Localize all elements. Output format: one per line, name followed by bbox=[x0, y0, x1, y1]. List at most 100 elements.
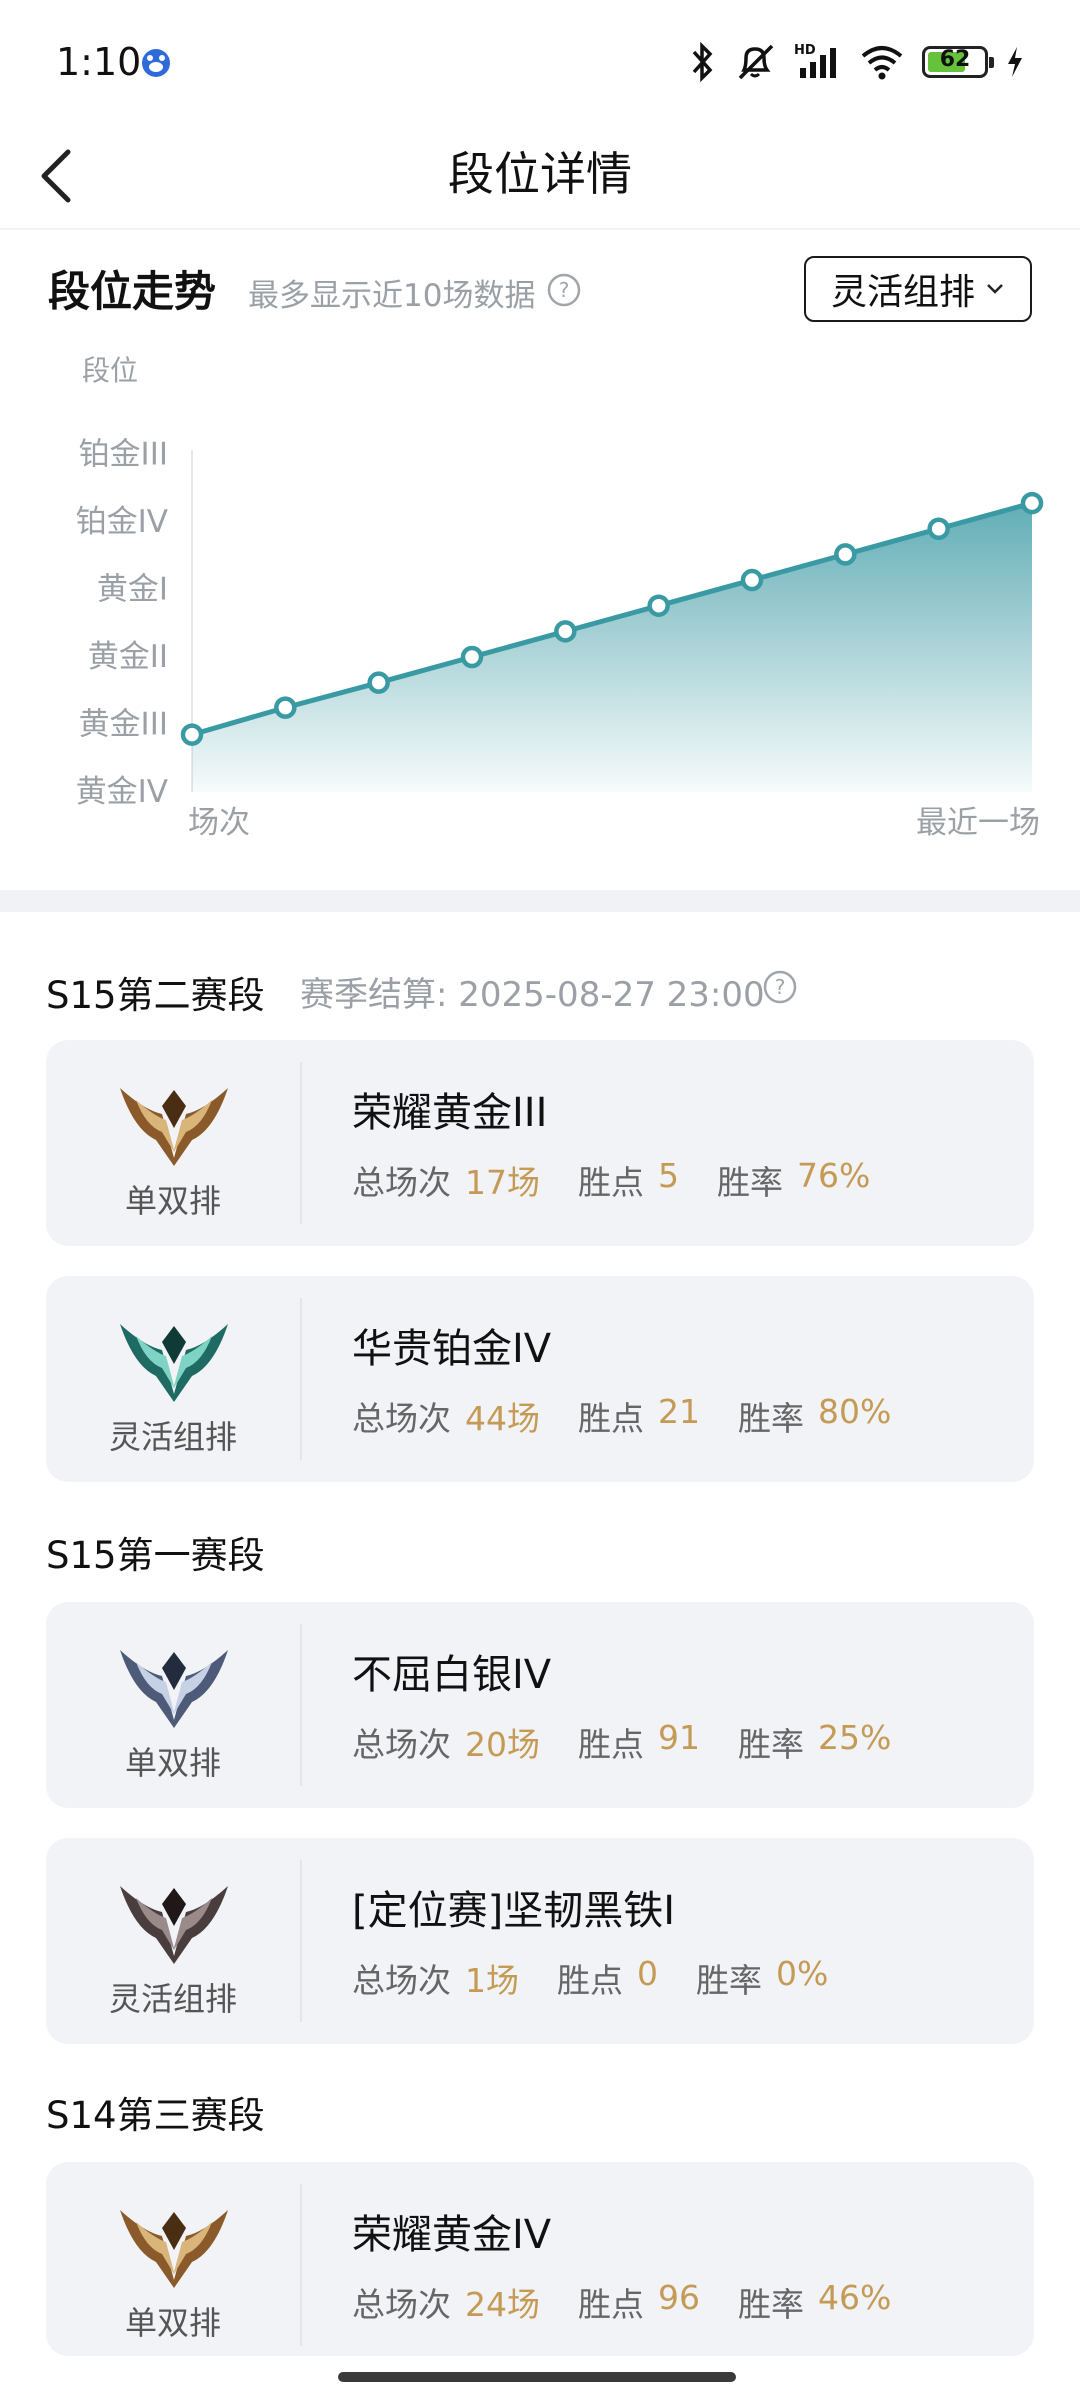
help-icon[interactable]: ? bbox=[546, 272, 582, 308]
stat-value: 20场 bbox=[465, 1725, 540, 1764]
network-type-label: HD bbox=[794, 43, 816, 58]
x-axis-end-label: 最近一场 bbox=[916, 805, 1040, 841]
gold-rank-emblem-icon bbox=[120, 1088, 228, 1166]
silver-rank-emblem-icon bbox=[120, 1650, 228, 1728]
stat-value: 0% bbox=[776, 1954, 829, 1993]
battery-icon: 62 bbox=[922, 46, 994, 78]
rank-card-left: 单双排 bbox=[46, 1602, 300, 1808]
stat-value: 21 bbox=[658, 1392, 700, 1431]
rank-card[interactable]: 灵活组排 华贵铂金IV 总场次 44场 胜点 21 胜率 80% bbox=[46, 1276, 1034, 1482]
stat-value: 5 bbox=[658, 1156, 679, 1195]
data-point bbox=[927, 517, 950, 540]
data-point bbox=[367, 671, 390, 694]
stat-label: 胜率 bbox=[738, 1725, 804, 1764]
y-tick-label: 铂金III bbox=[79, 437, 168, 473]
season-title: S14第三赛段 bbox=[46, 2094, 265, 2137]
stat-value: 0 bbox=[637, 1954, 658, 1993]
home-indicator[interactable] bbox=[338, 2372, 736, 2382]
dropdown-label: 灵活组排 bbox=[830, 272, 975, 313]
stat-label: 总场次 bbox=[352, 1399, 451, 1438]
card-divider bbox=[300, 1298, 302, 1460]
stat-label: 胜率 bbox=[696, 1961, 762, 2000]
queue-mode-label: 单双排 bbox=[124, 2304, 221, 2342]
data-point bbox=[647, 594, 670, 617]
chevron-down-icon bbox=[987, 284, 1003, 294]
wifi-icon bbox=[861, 46, 903, 80]
stat-label: 胜点 bbox=[578, 1725, 644, 1764]
y-tick-label: 黄金I bbox=[97, 572, 168, 608]
trend-area bbox=[192, 503, 1032, 792]
season-settlement: 赛季结算: 2025-08-27 23:00 bbox=[300, 975, 765, 1015]
baidu-app-icon bbox=[142, 49, 170, 77]
stat-value: 1场 bbox=[465, 1961, 519, 2000]
y-tick-label: 黄金IV bbox=[76, 774, 168, 810]
rank-card[interactable]: 单双排 荣耀黄金IV 总场次 24场 胜点 96 胜率 46% bbox=[46, 2162, 1034, 2356]
queue-type-dropdown[interactable]: 灵活组排 bbox=[804, 256, 1032, 322]
rank-stats: 总场次 24场 胜点 96 胜率 46% bbox=[352, 2278, 929, 2326]
mute-bell-icon bbox=[738, 44, 774, 80]
data-point bbox=[740, 568, 764, 592]
stat-label: 总场次 bbox=[352, 1725, 451, 1764]
gold-rank-emblem-icon bbox=[120, 2210, 228, 2288]
trend-subtitle: 最多显示近10场数据 bbox=[248, 278, 536, 314]
rank-stats: 总场次 44场 胜点 21 胜率 80% bbox=[352, 1392, 929, 1440]
queue-mode-label: 单双排 bbox=[124, 1182, 221, 1220]
rank-name: [定位赛]坚韧黑铁I bbox=[352, 1888, 676, 1934]
stat-value: 91 bbox=[658, 1718, 700, 1757]
stat-value: 46% bbox=[818, 2278, 892, 2317]
card-divider bbox=[300, 1624, 302, 1786]
header: 段位详情 bbox=[0, 120, 1080, 230]
rank-stats: 总场次 17场 胜点 5 胜率 76% bbox=[352, 1156, 908, 1204]
svg-text:?: ? bbox=[775, 975, 786, 999]
stat-value: 25% bbox=[818, 1718, 892, 1757]
iron-rank-emblem-icon bbox=[120, 1886, 228, 1964]
data-point bbox=[274, 696, 297, 719]
stat-label: 胜点 bbox=[578, 1163, 644, 1202]
card-divider bbox=[300, 1860, 302, 2022]
charging-icon bbox=[1008, 47, 1022, 77]
header-divider bbox=[0, 228, 1080, 230]
season-title: S15第二赛段 bbox=[46, 974, 265, 1017]
stat-value: 24场 bbox=[465, 2285, 540, 2324]
queue-mode-label: 灵活组排 bbox=[108, 1418, 237, 1456]
card-divider bbox=[300, 1062, 302, 1224]
rank-stats: 总场次 20场 胜点 91 胜率 25% bbox=[352, 1718, 929, 1766]
rank-card[interactable]: 单双排 不屈白银IV 总场次 20场 胜点 91 胜率 25% bbox=[46, 1602, 1034, 1808]
stat-value: 44场 bbox=[465, 1399, 540, 1438]
stat-value: 80% bbox=[818, 1392, 892, 1431]
stat-label: 总场次 bbox=[352, 1163, 451, 1202]
rank-card-left: 灵活组排 bbox=[46, 1276, 300, 1482]
rank-card-left: 单双排 bbox=[46, 2162, 300, 2368]
stat-label: 总场次 bbox=[352, 2285, 451, 2324]
svg-text:?: ? bbox=[559, 278, 570, 302]
settlement-help-icon[interactable]: ? bbox=[762, 969, 798, 1005]
platinum-rank-emblem-icon bbox=[120, 1324, 228, 1402]
stat-label: 胜点 bbox=[557, 1961, 623, 2000]
y-axis-label: 段位 bbox=[82, 354, 138, 387]
rank-name: 荣耀黄金III bbox=[352, 1090, 548, 1136]
rank-stats: 总场次 1场 胜点 0 胜率 0% bbox=[352, 1954, 866, 2002]
status-time: 1:10 bbox=[56, 40, 142, 84]
stat-label: 胜率 bbox=[738, 2285, 804, 2324]
y-tick-label: 黄金II bbox=[88, 639, 168, 675]
x-axis-start-label: 场次 bbox=[188, 805, 250, 841]
stat-label: 胜率 bbox=[738, 1399, 804, 1438]
stat-value: 17场 bbox=[465, 1163, 540, 1202]
y-tick-label: 铂金IV bbox=[76, 504, 168, 540]
rank-card-left: 单双排 bbox=[46, 1040, 300, 1246]
trend-title: 段位走势 bbox=[48, 267, 217, 316]
season-title: S15第一赛段 bbox=[46, 1534, 265, 1577]
rank-name: 荣耀黄金IV bbox=[352, 2212, 552, 2258]
data-point bbox=[834, 543, 857, 566]
rank-card[interactable]: 灵活组排 [定位赛]坚韧黑铁I 总场次 1场 胜点 0 胜率 0% bbox=[46, 1838, 1034, 2044]
battery-level: 62 bbox=[939, 47, 971, 72]
queue-mode-label: 单双排 bbox=[124, 1744, 221, 1782]
queue-mode-label: 灵活组排 bbox=[108, 1980, 237, 2018]
stat-value: 96 bbox=[658, 2278, 700, 2317]
stat-label: 总场次 bbox=[352, 1961, 451, 2000]
rank-card[interactable]: 单双排 荣耀黄金III 总场次 17场 胜点 5 胜率 76% bbox=[46, 1040, 1034, 1246]
data-point bbox=[460, 645, 484, 669]
y-tick-label: 黄金III bbox=[79, 707, 168, 743]
rank-name: 不屈白银IV bbox=[352, 1652, 552, 1698]
rank-trend-chart: 段位 黄金IV 黄金III 黄金II 黄金I 铂金IV 铂金III 场次 最近一场 bbox=[76, 354, 1044, 841]
